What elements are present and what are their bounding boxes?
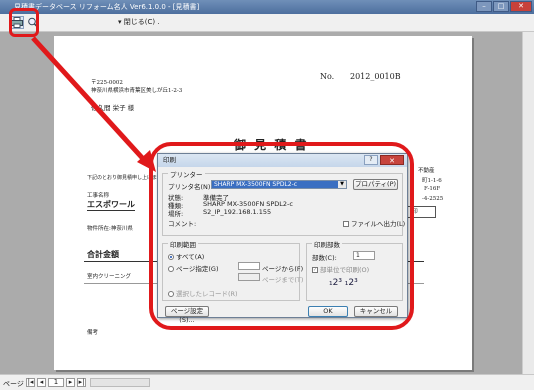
annotation-highlight-dialog	[149, 142, 414, 330]
